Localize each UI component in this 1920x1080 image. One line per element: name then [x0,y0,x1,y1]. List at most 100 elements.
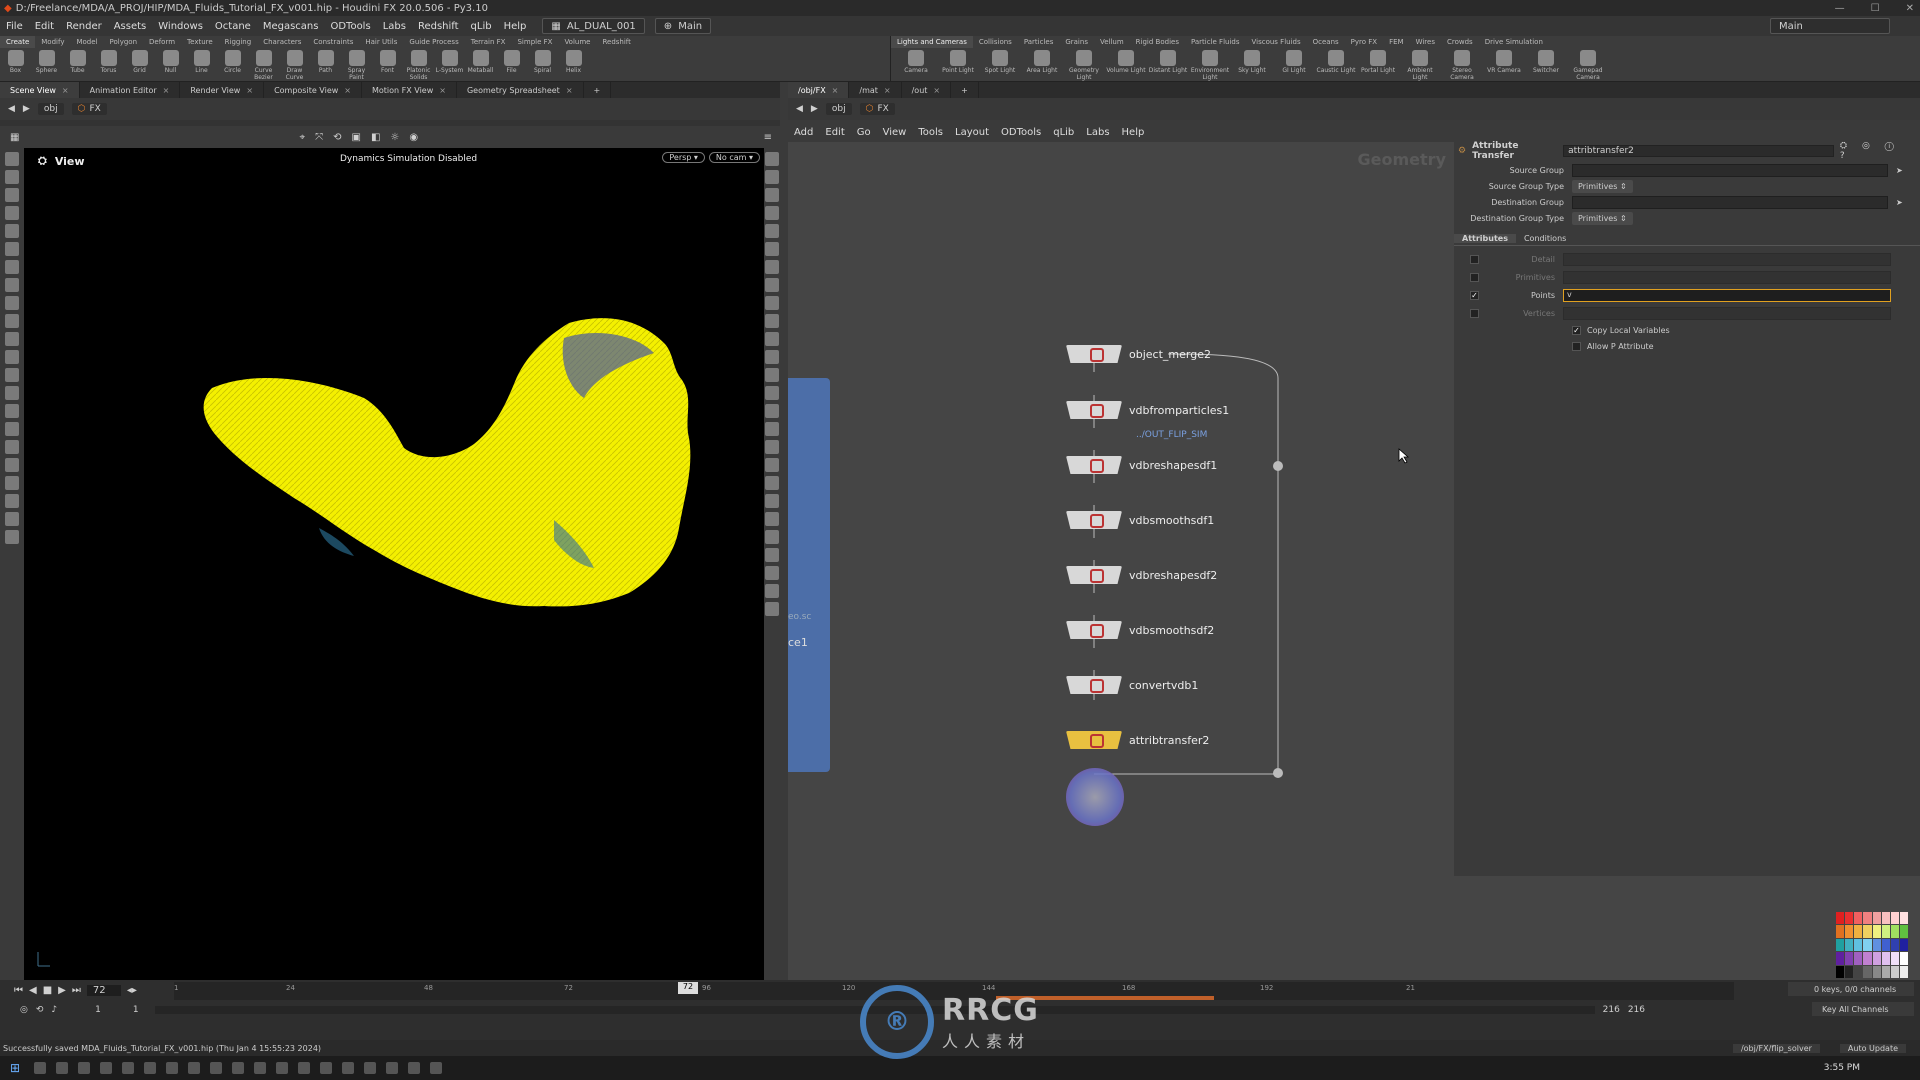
color-swatch[interactable] [1854,938,1863,952]
menu-item-windows[interactable]: Windows [152,21,209,32]
pane-tab[interactable]: Composite View × [264,82,362,98]
tool-icon[interactable] [5,278,19,292]
shelf-tool[interactable]: Volume Light [1105,48,1147,74]
network-menu-item[interactable]: Tools [912,127,949,138]
node-vdbsmoothsdf2[interactable]: vdbsmoothsdf2 [1066,619,1214,641]
search-icon[interactable] [34,1062,47,1074]
attr-field[interactable] [1563,270,1891,284]
close-icon[interactable]: ✕ [1906,3,1914,14]
node-attribtransfer2[interactable]: attribtransfer2 [1066,729,1209,751]
color-swatch[interactable] [1845,965,1854,978]
shelf-tab[interactable]: Modify [35,36,70,48]
tool-icon[interactable] [5,296,19,310]
node-shape[interactable] [1066,511,1122,529]
first-frame-icon[interactable]: ⏮ [14,985,23,996]
color-swatch[interactable] [1899,925,1908,938]
close-icon[interactable]: × [246,86,253,95]
color-swatch[interactable] [1863,965,1872,978]
shelf-tab[interactable]: Vellum [1094,36,1130,48]
shelf-tab[interactable]: Rigging [219,36,258,48]
param-tab[interactable]: Conditions [1516,234,1574,243]
shelf-tool[interactable]: Portal Light [1357,48,1399,74]
shelf-tab[interactable]: Create [0,36,36,48]
node-shape[interactable] [1066,731,1122,749]
shelf-tab[interactable]: Model [70,36,103,48]
network-menu-item[interactable]: Add [788,127,819,138]
pane-tab[interactable]: Animation Editor × [80,82,181,98]
shelf-tool[interactable]: File [496,48,527,74]
pane-tab[interactable]: Render View × [180,82,265,98]
color-swatch[interactable] [1890,925,1899,938]
color-swatch[interactable] [1899,938,1908,952]
minimize-icon[interactable]: — [1835,3,1845,14]
key-all-button[interactable]: Key All Channels [1812,1002,1914,1016]
light-icon[interactable]: ☼ [390,132,399,143]
shelf-tool[interactable]: Sphere [31,48,62,74]
shelf-tool[interactable]: Camera [895,48,937,74]
color-swatch[interactable] [1845,938,1854,952]
dest-group-field[interactable] [1572,195,1888,209]
node-vdbsmoothsdf1[interactable]: vdbsmoothsdf1 [1066,509,1214,531]
shelf-tool[interactable]: Grid [124,48,155,74]
tool-icon[interactable] [5,368,19,382]
shelf-tab[interactable]: Viscous Fluids [1246,36,1307,48]
shelf-tool[interactable]: Geometry Light [1063,48,1105,81]
camera-icon[interactable]: ◉ [409,132,418,143]
color-swatch[interactable] [1872,912,1881,925]
node-vdbreshapesdf2[interactable]: vdbreshapesdf2 [1066,564,1217,586]
color-swatch[interactable] [1836,965,1845,978]
shelf-tab[interactable]: FEM [1383,36,1410,48]
audio-icon[interactable]: ♪ [51,1005,57,1015]
color-swatch[interactable] [1890,938,1899,952]
node-object_merge2[interactable]: object_merge2 [1066,343,1211,365]
color-swatch[interactable] [1863,952,1872,965]
tool-icon[interactable] [765,530,779,544]
close-icon[interactable]: × [439,86,446,95]
close-icon[interactable]: × [884,86,891,95]
tool-icon[interactable] [5,422,19,436]
menu-item-octane[interactable]: Octane [209,21,257,32]
color-swatch[interactable] [1881,965,1890,978]
tool-icon[interactable] [765,440,779,454]
color-swatch[interactable] [1854,952,1863,965]
shelf-tool[interactable]: Point Light [937,48,979,74]
color-swatch[interactable] [1845,952,1854,965]
shelf-tool[interactable]: Platonic Solids [403,48,434,81]
shelf-tool[interactable]: Helix [558,48,589,74]
grid-icon[interactable]: ▦ [10,132,19,143]
close-icon[interactable]: × [344,86,351,95]
tool-icon[interactable] [5,152,19,166]
close-icon[interactable]: × [933,86,940,95]
loop-icon[interactable]: ⟲ [36,1005,44,1015]
range-start[interactable]: 1 [95,1005,101,1015]
menu-item-help[interactable]: Help [498,21,533,32]
shelf-tool[interactable]: Metaball [465,48,496,74]
tool-icon[interactable] [5,170,19,184]
param-header-icons[interactable]: ⛭ ◎ ⓘ ? [1840,141,1914,161]
tool-icon[interactable] [765,422,779,436]
color-swatch[interactable] [1845,912,1854,925]
network-menu-item[interactable]: View [877,127,913,138]
realtime-icon[interactable]: ◎ [20,1005,28,1015]
shelf-tool[interactable]: Font [372,48,403,74]
shelf-tab[interactable]: Redshift [596,36,636,48]
color-swatch[interactable] [1899,965,1908,978]
tool-icon[interactable] [5,476,19,490]
node-name-field[interactable]: attribtransfer2 [1563,145,1834,157]
shelf-tab[interactable]: Polygon [104,36,144,48]
app-icon[interactable] [188,1062,201,1074]
network-menu-item[interactable]: ODTools [995,127,1047,138]
shelf-tool[interactable]: Circle [217,48,248,74]
node-vdbfromparticles1[interactable]: vdbfromparticles1 [1066,399,1229,421]
auto-update[interactable]: Auto Update [1839,1043,1906,1053]
app-icon[interactable] [342,1062,355,1074]
tool-icon[interactable] [5,206,19,220]
tool-icon[interactable] [5,314,19,328]
menu-item-odtools[interactable]: ODTools [324,21,376,32]
tool-icon[interactable] [765,152,779,166]
tool-icon[interactable] [765,260,779,274]
color-swatch[interactable] [1899,952,1908,965]
menu-item-redshift[interactable]: Redshift [412,21,465,32]
menu-item-render[interactable]: Render [60,21,108,32]
shelf-tab[interactable]: Terrain FX [465,36,512,48]
